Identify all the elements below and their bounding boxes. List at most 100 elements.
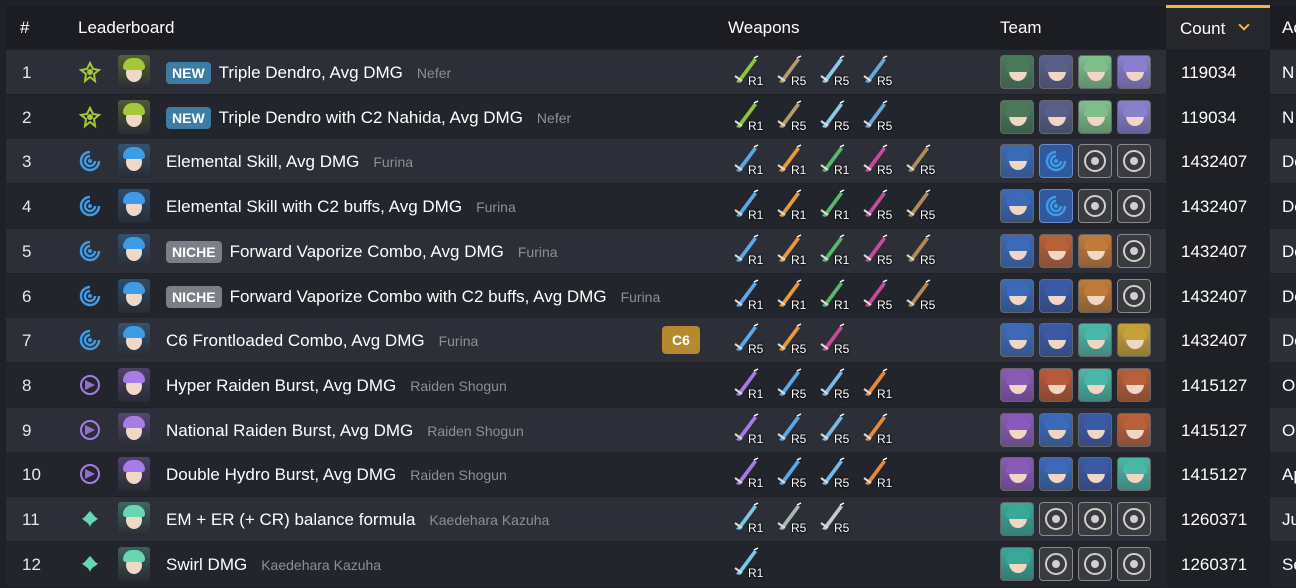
catalyst-icon[interactable]: R1 <box>730 54 770 92</box>
sword-icon[interactable]: R5 <box>902 188 942 226</box>
polearm-icon[interactable]: R1 <box>859 412 899 450</box>
sword-icon[interactable]: R5 <box>859 143 899 181</box>
polearm-icon[interactable]: R1 <box>730 456 770 494</box>
team-member-avatar[interactable] <box>1000 323 1034 358</box>
rank-column-header[interactable]: # <box>20 18 29 38</box>
polearm-icon[interactable]: R1 <box>859 367 899 405</box>
team-member-avatar[interactable] <box>1039 99 1073 134</box>
table-row[interactable]: 9 National Raiden Burst, Avg DMG Raiden Sh… <box>6 407 1296 452</box>
calculation-label[interactable]: EM + ER (+ CR) balance formula Kaedehara … <box>166 507 549 533</box>
catalyst-icon[interactable]: R5 <box>773 99 813 137</box>
team-member-avatar[interactable] <box>1039 323 1073 358</box>
sword-icon[interactable]: R1 <box>773 233 813 271</box>
catalyst-icon[interactable]: R5 <box>773 54 813 92</box>
calculation-name[interactable]: Double Hydro Burst, Avg DMG <box>166 465 396 485</box>
calculation-name[interactable]: Hyper Raiden Burst, Avg DMG <box>166 376 396 396</box>
calculation-label[interactable]: Hyper Raiden Burst, Avg DMG Raiden Shogun <box>166 373 507 399</box>
table-row[interactable]: 7 C6 Frontloaded Combo, Avg DMG Furina C6 R5… <box>6 318 1296 363</box>
team-member-avatar[interactable] <box>1039 412 1073 447</box>
team-member-avatar[interactable] <box>1078 367 1112 402</box>
polearm-icon[interactable]: R1 <box>859 456 899 494</box>
team-member-avatar[interactable] <box>1078 55 1112 89</box>
count-column-header[interactable]: Count <box>1166 5 1270 49</box>
team-member-avatar[interactable] <box>1117 367 1151 402</box>
calculation-label[interactable]: Swirl DMG Kaedehara Kazuha <box>166 552 381 578</box>
team-member-avatar[interactable] <box>1078 412 1112 447</box>
empty-slot-icon[interactable] <box>1117 144 1151 179</box>
team-member-avatar[interactable] <box>1078 99 1112 134</box>
calculation-label[interactable]: NICHE Forward Vaporize Combo with C2 buff… <box>166 284 660 310</box>
calculation-name[interactable]: National Raiden Burst, Avg DMG <box>166 421 413 441</box>
sword-icon[interactable]: R5 <box>859 188 899 226</box>
team-member-avatar[interactable] <box>1117 99 1151 134</box>
extra-column-header[interactable]: Ac <box>1282 18 1296 38</box>
table-row[interactable]: 10 Double Hydro Burst, Avg DMG Raiden Shog… <box>6 452 1296 497</box>
sword-icon[interactable]: R5 <box>902 233 942 271</box>
polearm-icon[interactable]: R1 <box>730 367 770 405</box>
sword-icon[interactable]: R1 <box>730 546 770 584</box>
catalyst-icon[interactable]: R5 <box>816 54 856 92</box>
calculation-label[interactable]: Elemental Skill, Avg DMG Furina <box>166 149 413 175</box>
calculation-name[interactable]: Swirl DMG <box>166 555 247 575</box>
team-member-avatar[interactable] <box>1039 367 1073 402</box>
calculation-label[interactable]: Elemental Skill with C2 buffs, Avg DMG Fu… <box>166 194 516 220</box>
empty-slot-icon[interactable] <box>1078 546 1112 581</box>
team-member-avatar[interactable] <box>1000 546 1034 581</box>
sword-icon[interactable]: R5 <box>773 322 813 360</box>
catalyst-icon[interactable]: R1 <box>730 99 770 137</box>
table-row[interactable]: 8 Hyper Raiden Burst, Avg DMG Raiden Shogu… <box>6 362 1296 407</box>
sword-icon[interactable]: R1 <box>773 143 813 181</box>
sword-icon[interactable]: R5 <box>902 143 942 181</box>
table-row[interactable]: 12 Swirl DMG Kaedehara Kazuha R1 1260371 Se <box>6 541 1296 586</box>
calculation-label[interactable]: NEW Triple Dendro, Avg DMG Nefer <box>166 60 451 86</box>
empty-slot-icon[interactable] <box>1039 502 1073 536</box>
team-member-avatar[interactable] <box>1000 99 1034 134</box>
team-member-avatar[interactable] <box>1078 323 1112 358</box>
empty-slot-icon[interactable] <box>1117 189 1151 224</box>
team-member-avatar[interactable] <box>1078 233 1112 268</box>
polearm-icon[interactable]: R5 <box>773 367 813 405</box>
team-member-avatar[interactable] <box>1000 233 1034 268</box>
sword-icon[interactable]: R1 <box>816 143 856 181</box>
calculation-name[interactable]: Forward Vaporize Combo with C2 buffs, Av… <box>230 287 607 307</box>
empty-slot-icon[interactable] <box>1078 502 1112 536</box>
team-member-avatar[interactable] <box>1000 502 1034 536</box>
catalyst-icon[interactable]: R5 <box>816 99 856 137</box>
empty-slot-icon[interactable] <box>1117 278 1151 313</box>
calculation-name[interactable]: EM + ER (+ CR) balance formula <box>166 510 415 530</box>
team-member-avatar[interactable] <box>1039 278 1073 313</box>
calculation-label[interactable]: Double Hydro Burst, Avg DMG Raiden Shogun <box>166 462 507 488</box>
polearm-icon[interactable]: R5 <box>816 456 856 494</box>
polearm-icon[interactable]: R5 <box>816 412 856 450</box>
team-member-avatar[interactable] <box>1000 412 1034 447</box>
calculation-name[interactable]: C6 Frontloaded Combo, Avg DMG <box>166 331 425 351</box>
empty-slot-icon[interactable] <box>1078 189 1112 224</box>
calculation-name[interactable]: Elemental Skill, Avg DMG <box>166 152 359 172</box>
team-member-avatar[interactable] <box>1039 457 1073 492</box>
team-member-avatar[interactable] <box>1039 233 1073 268</box>
empty-slot-icon[interactable] <box>1117 233 1151 268</box>
polearm-icon[interactable]: R5 <box>816 367 856 405</box>
table-row[interactable]: 1 NEW Triple Dendro, Avg DMG Nefer R1 R5 R5 R5 1… <box>6 50 1296 94</box>
sword-icon[interactable]: R5 <box>902 278 942 316</box>
polearm-icon[interactable]: R1 <box>730 412 770 450</box>
sword-icon[interactable]: R1 <box>773 278 813 316</box>
empty-slot-icon[interactable] <box>1078 144 1112 179</box>
sword-icon[interactable]: R5 <box>773 501 813 539</box>
empty-slot-icon[interactable] <box>1039 546 1073 581</box>
team-member-avatar[interactable] <box>1117 323 1151 358</box>
calculation-label[interactable]: NICHE Forward Vaporize Combo, Avg DMG Furi… <box>166 239 558 265</box>
polearm-icon[interactable]: R5 <box>773 412 813 450</box>
sword-icon[interactable]: R1 <box>773 188 813 226</box>
sword-icon[interactable]: R1 <box>730 188 770 226</box>
leaderboard-column-header[interactable]: Leaderboard <box>78 18 174 38</box>
table-row[interactable]: 4 Elemental Skill with C2 buffs, Avg DMG F… <box>6 184 1296 229</box>
table-row[interactable]: 2 NEW Triple Dendro with C2 Nahida, Avg DM… <box>6 94 1296 139</box>
empty-slot-icon[interactable] <box>1117 502 1151 536</box>
team-member-avatar[interactable] <box>1117 457 1151 492</box>
sword-icon[interactable]: R5 <box>859 278 899 316</box>
calculation-label[interactable]: National Raiden Burst, Avg DMG Raiden Sho… <box>166 418 524 444</box>
calculation-name[interactable]: Triple Dendro, Avg DMG <box>219 63 403 83</box>
team-member-avatar[interactable] <box>1000 278 1034 313</box>
team-member-avatar[interactable] <box>1078 457 1112 492</box>
